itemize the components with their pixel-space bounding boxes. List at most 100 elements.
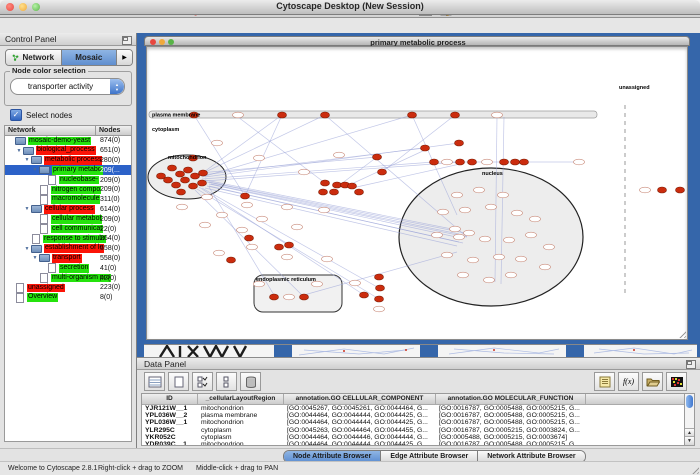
network-node-white[interactable] [574, 159, 585, 165]
network-node-white[interactable] [242, 202, 253, 208]
expander-icon[interactable]: ▼ [23, 157, 31, 163]
tree-row[interactable]: unassigned223(0) [5, 283, 131, 293]
network-node-white[interactable] [214, 250, 225, 256]
network-node-red[interactable] [278, 112, 287, 118]
network-node-white[interactable] [452, 192, 463, 198]
network-node-red[interactable] [189, 183, 198, 189]
table-row[interactable]: YLR295Ccytoplasm[GO:0045263, GO:0044464,… [142, 427, 688, 434]
network-node-red[interactable] [157, 173, 166, 179]
tree-column-network[interactable]: Network [5, 126, 96, 135]
network-node-red[interactable] [270, 294, 279, 300]
tree-row[interactable]: response to stimulu264(0) [5, 234, 131, 244]
network-node-white[interactable] [530, 216, 541, 222]
network-node-white[interactable] [540, 264, 551, 270]
network-node-red[interactable] [378, 169, 387, 175]
table-row[interactable]: YKR052Ccytoplasm[GO:0044464, GO:0044446,… [142, 434, 688, 441]
network-node-white[interactable] [284, 294, 295, 300]
window-resize-grip[interactable] [690, 465, 699, 474]
tree-row[interactable]: ▼metabolic process280(0) [5, 156, 131, 166]
tree-row[interactable]: mosaic-demo-yeast874(0) [5, 136, 131, 146]
tree-row[interactable]: cell communicat22(0) [5, 224, 131, 234]
select-nodes-checkbox[interactable]: ✓ [10, 109, 22, 121]
network-node-white[interactable] [640, 187, 651, 193]
network-node-white[interactable] [257, 216, 268, 222]
attribute-table-icon[interactable] [144, 372, 165, 391]
network-node-red[interactable] [408, 112, 417, 118]
table-column-header[interactable]: annotation.GO CELLULAR_COMPONENT [284, 394, 436, 404]
network-node-white[interactable] [450, 226, 461, 232]
table-row[interactable]: YDR039C__1mitochondrion[GO:0044464, GO:0… [142, 441, 688, 446]
network-node-white[interactable] [454, 234, 465, 240]
network-node-red[interactable] [184, 167, 193, 173]
network-node-white[interactable] [464, 230, 475, 236]
network-node-red[interactable] [321, 180, 330, 186]
network-node-white[interactable] [247, 244, 258, 250]
unselect-attributes-icon[interactable] [216, 372, 237, 391]
table-row[interactable]: YPL036W__1mitochondrion[GO:0044464, GO:0… [142, 419, 688, 426]
attribute-list-icon[interactable] [594, 372, 615, 391]
import-attributes-icon[interactable] [642, 372, 663, 391]
network-node-red[interactable] [355, 189, 364, 195]
combobox-stepper-icon[interactable]: ▲▼ [110, 79, 124, 94]
network-node-white[interactable] [498, 192, 509, 198]
network-node-white[interactable] [526, 232, 537, 238]
network-node-white[interactable] [322, 256, 333, 262]
network-node-red[interactable] [373, 154, 382, 160]
tree-row[interactable]: ▼primary metabo209(... [5, 165, 131, 175]
network-node-red[interactable] [227, 257, 236, 263]
network-node-red[interactable] [319, 189, 328, 195]
table-row[interactable]: YPL036W__2plasma membrane[GO:0044464, GO… [142, 412, 688, 419]
tree-row[interactable]: macromolecule311(0) [5, 195, 131, 205]
network-node-white[interactable] [482, 159, 493, 165]
network-node-red[interactable] [330, 189, 339, 195]
network-node-red[interactable] [455, 140, 464, 146]
network-node-white[interactable] [492, 112, 503, 118]
delete-attribute-icon[interactable] [240, 372, 261, 391]
network-node-white[interactable] [504, 237, 515, 243]
network-node-white[interactable] [292, 224, 303, 230]
network-node-red[interactable] [321, 112, 330, 118]
tree-row[interactable]: multi-organism pro42(0) [5, 273, 131, 283]
network-node-white[interactable] [506, 272, 517, 278]
expander-icon[interactable]: ▼ [31, 167, 39, 173]
network-node-white[interactable] [200, 222, 211, 228]
network-node-white[interactable] [442, 159, 453, 165]
network-node-red[interactable] [658, 187, 667, 193]
network-node-white[interactable] [480, 236, 491, 242]
network-node-white[interactable] [282, 204, 293, 210]
network-node-white[interactable] [202, 194, 213, 200]
network-node-white[interactable] [177, 204, 188, 210]
network-node-white[interactable] [460, 207, 471, 213]
network-node-red[interactable] [468, 159, 477, 165]
network-node-white[interactable] [468, 257, 479, 263]
table-row[interactable]: YJR121W__1mitochondrion[GO:0045267, GO:0… [142, 405, 688, 412]
table-column-header[interactable]: _cellularLayoutRegion [198, 394, 284, 404]
network-node-red[interactable] [348, 183, 357, 189]
table-column-header[interactable]: ID [142, 394, 198, 404]
network-node-white[interactable] [494, 254, 505, 260]
float-panel-icon[interactable] [686, 360, 696, 369]
network-node-red[interactable] [676, 187, 685, 193]
network-node-red[interactable] [421, 145, 430, 151]
scrollbar-thumb[interactable] [686, 395, 693, 408]
tree-row[interactable]: ▼biological_process651(0) [5, 146, 131, 156]
network-node-red[interactable] [285, 242, 294, 248]
network-node-red[interactable] [168, 165, 177, 171]
tree-row[interactable]: ▼establishment of lo558(0) [5, 244, 131, 254]
network-node-white[interactable] [544, 244, 555, 250]
node-color-combobox[interactable]: transporter activity ▲▼ [10, 78, 125, 95]
network-window-titlebar[interactable]: primary metabolic process [144, 36, 690, 46]
network-node-red[interactable] [245, 235, 254, 241]
select-attributes-icon[interactable] [192, 372, 213, 391]
expander-icon[interactable]: ▼ [15, 148, 23, 154]
tree-row[interactable]: secretion41(0) [5, 263, 131, 273]
tab-scroll-right-icon[interactable]: ▶ [117, 50, 132, 65]
network-node-red[interactable] [177, 189, 186, 195]
network-node-white[interactable] [374, 306, 385, 312]
network-node-white[interactable] [512, 210, 523, 216]
network-node-red[interactable] [181, 177, 190, 183]
tree-row[interactable]: nucleobase-209(0) [5, 175, 131, 185]
network-node-white[interactable] [484, 277, 495, 283]
tree-row[interactable]: Overview8(0) [5, 293, 131, 303]
network-canvas-svg[interactable]: plasma membranecytoplasmmitochondrionnuc… [147, 47, 687, 339]
